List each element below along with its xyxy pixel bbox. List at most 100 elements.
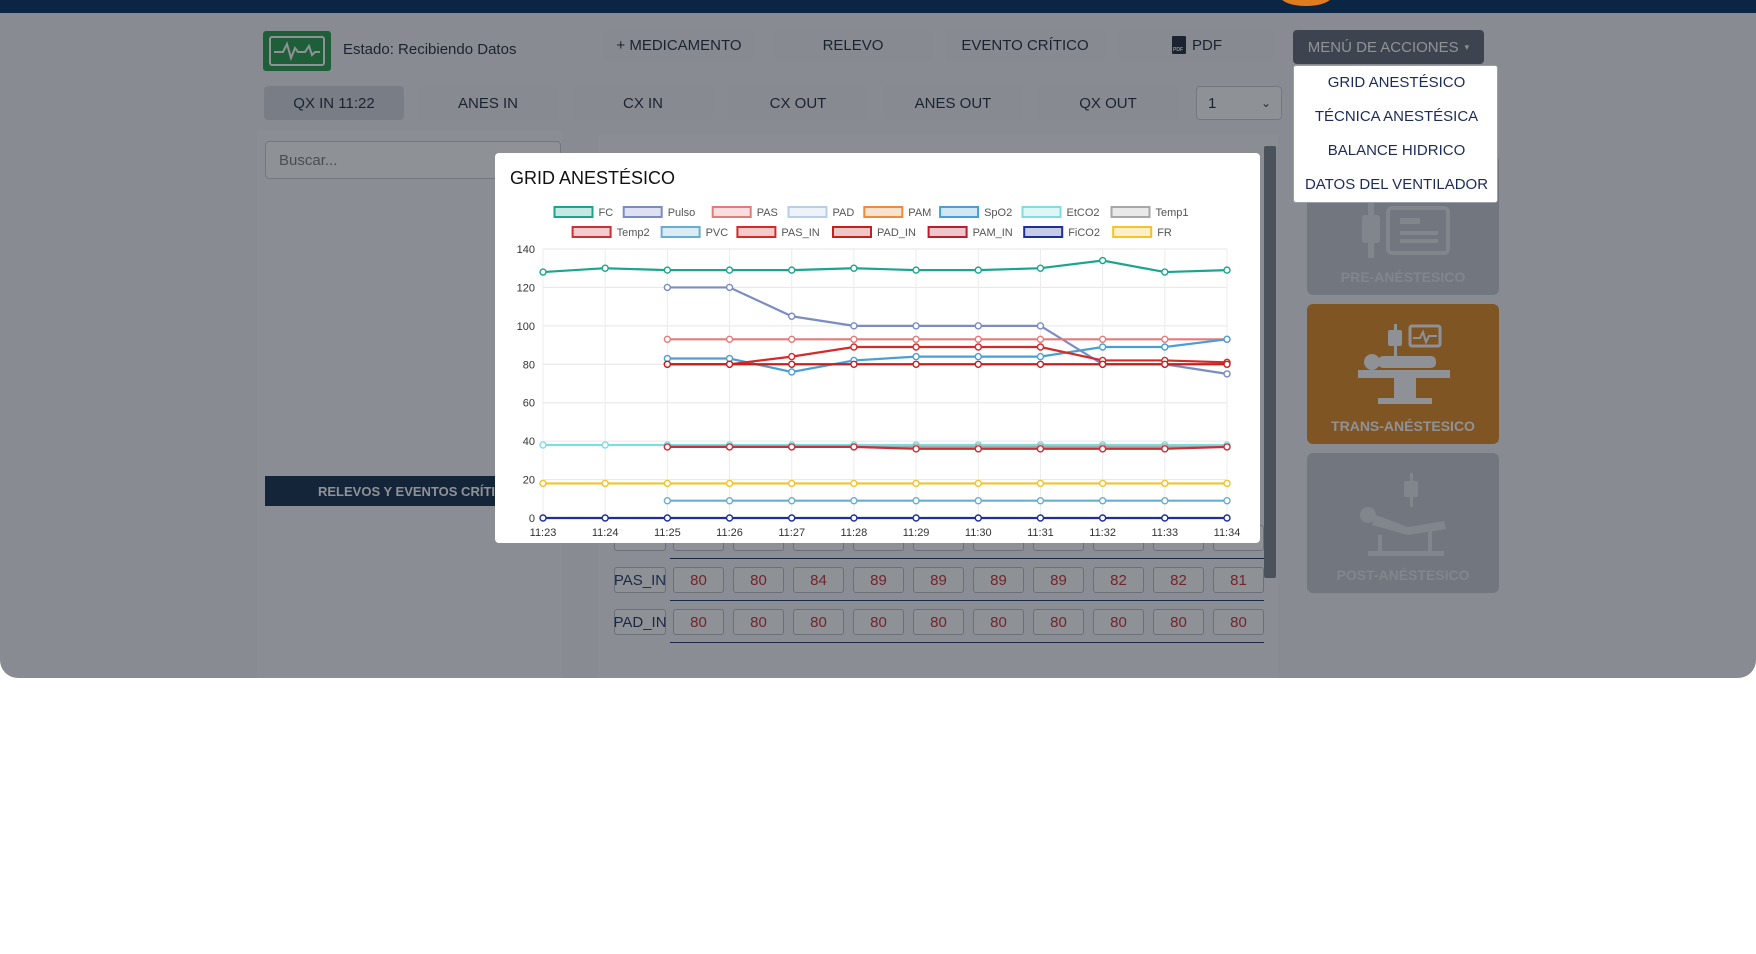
data-point (974, 497, 982, 505)
y-tick-label: 120 (517, 282, 535, 294)
data-point (1098, 445, 1107, 453)
y-tick-label: 60 (523, 398, 535, 410)
data-point (1161, 343, 1169, 351)
data-point (788, 352, 796, 361)
data-point (1098, 497, 1107, 505)
legend-swatch (1112, 226, 1153, 238)
data-point (912, 514, 920, 522)
data-point (850, 514, 858, 522)
data-point (601, 479, 609, 488)
data-point (725, 497, 734, 505)
data-point (1098, 514, 1107, 522)
x-tick-label: 11:30 (965, 527, 992, 539)
data-point (725, 335, 734, 344)
x-tick-label: 11:23 (530, 527, 557, 539)
data-point (663, 479, 672, 488)
data-point (788, 360, 796, 368)
legend-swatch (1110, 206, 1151, 218)
legend-label: PAD (833, 207, 855, 219)
data-point (912, 445, 920, 453)
data-point (539, 268, 547, 276)
data-point (1223, 370, 1231, 378)
data-point (1098, 360, 1107, 368)
y-tick-label: 40 (523, 436, 535, 448)
data-point (974, 479, 982, 488)
menu-item-grid-anestesico[interactable]: GRID ANESTÉSICO (1294, 74, 1499, 91)
legend-swatch (832, 226, 872, 238)
data-point (1161, 445, 1169, 453)
data-point (601, 264, 609, 272)
data-point (663, 360, 672, 368)
x-tick-label: 11:29 (903, 527, 930, 539)
legend-swatch (939, 206, 980, 218)
data-point (788, 443, 796, 451)
data-point (1098, 335, 1107, 344)
data-point (850, 360, 858, 368)
legend-label: PAS (757, 207, 778, 219)
data-point (1161, 335, 1169, 344)
data-point (539, 514, 547, 522)
data-point (1161, 268, 1169, 276)
legend-label: FiCO2 (1068, 227, 1100, 239)
legend-label: FC (599, 207, 614, 219)
data-point (1098, 343, 1107, 351)
data-point (663, 497, 672, 505)
x-tick-label: 11:27 (778, 527, 805, 539)
data-point (974, 322, 982, 330)
data-point (725, 514, 734, 522)
data-point (1223, 514, 1231, 522)
data-point (725, 283, 734, 292)
legend-swatch (927, 226, 968, 238)
legend-label: PVC (706, 227, 729, 239)
data-point (1223, 443, 1231, 451)
legend-swatch (787, 206, 828, 218)
data-point (1223, 360, 1231, 368)
legend-swatch (660, 226, 701, 238)
user-avatar[interactable] (1280, 0, 1332, 6)
series-line-spo2 (667, 338, 1228, 374)
legend-swatch (711, 206, 752, 218)
data-point (663, 266, 672, 274)
data-point (539, 441, 547, 449)
legend-swatch (553, 206, 594, 218)
data-point (725, 443, 734, 451)
legend-label: PAS_IN (781, 227, 819, 239)
data-point (912, 266, 920, 274)
data-point (1036, 343, 1045, 351)
data-point (974, 335, 982, 344)
menu-item-tecnica-anestesica[interactable]: TÉCNICA ANESTÉSICA (1294, 108, 1499, 125)
data-point (974, 266, 982, 274)
data-point (788, 312, 796, 320)
vitals-line-chart: 0 20 40 60 80 100 120 140 11:23 11:24 11:25 11:26 11… (517, 206, 1240, 539)
legend-label: FR (1157, 227, 1172, 239)
data-point (1036, 514, 1045, 522)
legend-label: Pulso (668, 207, 696, 219)
legend-label: PAD_IN (877, 227, 916, 239)
data-point (725, 266, 734, 274)
data-point (788, 479, 796, 488)
series-line-fc (542, 259, 1228, 274)
acciones-dropdown-menu: GRID ANESTÉSICO TÉCNICA ANESTÉSICA BALAN… (1293, 65, 1498, 203)
data-point (850, 264, 858, 272)
legend-swatch (571, 226, 612, 238)
legend-label: Temp1 (1156, 207, 1189, 219)
data-point (1098, 479, 1107, 488)
legend-swatch (622, 206, 663, 218)
x-tick-label: 11:28 (841, 527, 868, 539)
data-point (788, 514, 796, 522)
data-point (850, 322, 858, 330)
data-point (663, 335, 672, 344)
menu-item-datos-ventilador[interactable]: DATOS DEL VENTILADOR (1294, 176, 1499, 193)
data-point (1036, 360, 1045, 368)
legend-label: EtCO2 (1067, 207, 1100, 219)
menu-item-balance-hidrico[interactable]: BALANCE HIDRICO (1294, 142, 1499, 159)
y-tick-label: 0 (529, 513, 535, 525)
data-point (850, 497, 858, 505)
y-tick-label: 100 (517, 321, 535, 333)
y-tick-label: 140 (517, 244, 535, 256)
data-point (788, 335, 796, 344)
y-tick-label: 20 (523, 475, 535, 487)
data-point (1161, 514, 1169, 522)
data-point (663, 443, 672, 451)
data-point (725, 360, 734, 368)
